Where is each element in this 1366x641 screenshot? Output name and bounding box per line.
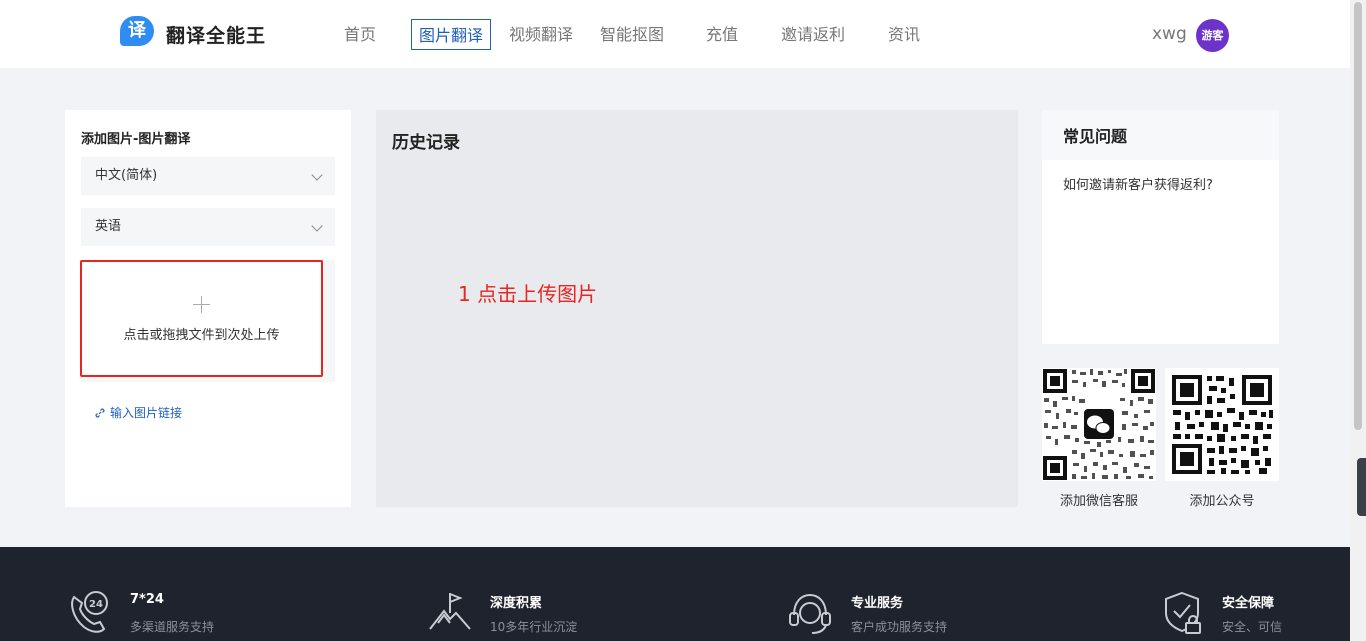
side-widget[interactable]: [1357, 458, 1366, 516]
shield-lock-icon: [1165, 591, 1201, 634]
feature-subtitle: 10多年行业沉淀: [490, 620, 578, 634]
nav-home[interactable]: 首页: [344, 19, 376, 50]
source-language-select[interactable]: 中文(简体): [81, 157, 335, 195]
headset-icon: [789, 593, 831, 634]
official-account-qr-label: 添加公众号: [1189, 494, 1255, 509]
top-header: 译 翻译全能王 首页 图片翻译 视频翻译 智能抠图 充值 邀请返利 资讯 xwg…: [0, 0, 1350, 68]
footer: 24 7*24 多渠道服务支持 深度积累 10多年行业沉淀 专业服务 客户成功服…: [0, 547, 1350, 641]
faq-title: 常见问题: [1042, 110, 1279, 160]
upload-dropzone[interactable]: 点击或拖拽文件到次处上传: [80, 260, 323, 377]
official-account-qr-code: [1165, 368, 1279, 481]
wechat-qr-label: 添加微信客服: [1059, 494, 1138, 509]
target-language-value: 英语: [95, 219, 122, 234]
page-scrollbar[interactable]: [1350, 0, 1366, 641]
nav-image-translate[interactable]: 图片翻译: [411, 19, 492, 50]
scrollbar-thumb[interactable]: [1354, 2, 1362, 430]
feature-title: 专业服务: [851, 596, 904, 611]
image-link-label: 输入图片链接: [110, 406, 183, 420]
nav-invite-rebate[interactable]: 邀请返利: [781, 19, 845, 50]
avatar[interactable]: 游客: [1196, 19, 1229, 52]
history-title: 历史记录: [392, 133, 460, 153]
feature-subtitle: 多渠道服务支持: [130, 620, 215, 634]
phone-24-icon: 24: [71, 591, 108, 633]
logo[interactable]: 译 翻译全能王: [120, 16, 266, 52]
source-language-value: 中文(简体): [95, 168, 158, 183]
chevron-down-icon: [311, 220, 323, 232]
feature-title: 7*24: [130, 592, 164, 607]
logo-icon: 译: [120, 16, 158, 52]
svg-text:24: 24: [89, 599, 103, 610]
feature-subtitle: 安全、可信: [1222, 620, 1283, 634]
chevron-down-icon: [311, 169, 323, 181]
panel-title: 添加图片-图片翻译: [81, 132, 191, 147]
mountain-flag-icon: [429, 593, 471, 630]
upload-text: 点击或拖拽文件到次处上传: [123, 328, 280, 343]
nav-video-translate[interactable]: 视频翻译: [509, 19, 573, 50]
feature-title: 深度积累: [490, 596, 543, 611]
upload-annotation: 1 点击上传图片: [458, 282, 598, 306]
link-icon: [95, 407, 105, 418]
feature-title: 安全保障: [1222, 596, 1275, 611]
target-language-select[interactable]: 英语: [81, 208, 335, 246]
image-link-button[interactable]: 输入图片链接: [94, 404, 182, 421]
wechat-qr-code: [1042, 368, 1156, 481]
nav-news[interactable]: 资讯: [888, 19, 920, 50]
nav-recharge[interactable]: 充值: [706, 19, 738, 50]
user-name[interactable]: xwg: [1152, 24, 1187, 44]
faq-panel: 常见问题 如何邀请新客户获得返利?: [1042, 110, 1279, 344]
plus-icon: [193, 296, 210, 313]
logo-text: 翻译全能王: [166, 24, 267, 47]
nav-smart-cutout[interactable]: 智能抠图: [600, 19, 664, 50]
upload-panel: 添加图片-图片翻译 中文(简体) 英语 点击或拖拽文件到次处上传 输入图片链接: [65, 110, 351, 507]
logo-char: 译: [120, 16, 154, 46]
feature-subtitle: 客户成功服务支持: [851, 620, 948, 634]
faq-question-link[interactable]: 如何邀请新客户获得返利?: [1063, 174, 1213, 193]
history-panel: 历史记录 1 点击上传图片: [376, 110, 1018, 507]
